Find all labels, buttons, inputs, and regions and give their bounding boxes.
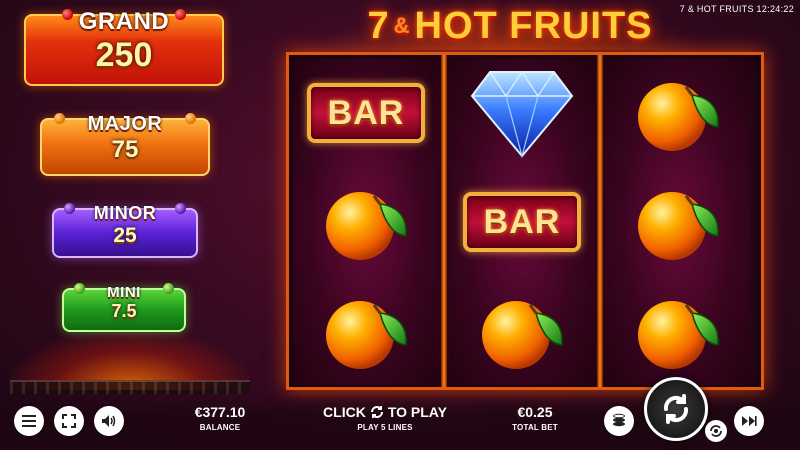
logo-ampersand: &: [393, 13, 411, 38]
autoplay-icon: [710, 425, 722, 437]
fullscreen-button[interactable]: [54, 406, 84, 436]
fast-forward-icon: [742, 416, 757, 426]
orange-icon: [326, 192, 407, 260]
turbo-button[interactable]: [734, 406, 764, 436]
balance-value: €377.10: [194, 404, 246, 420]
menu-button[interactable]: [14, 406, 44, 436]
reel-cell: [449, 59, 595, 167]
jackpot-major: MAJOR 75: [40, 113, 210, 176]
click-label: CLICK: [323, 404, 366, 420]
coins-icon: [613, 413, 625, 427]
total-bet-value: €0.25: [517, 404, 553, 420]
reel-cell: [293, 277, 439, 385]
reel-2: BAR: [449, 59, 595, 385]
grill-decoration: [10, 380, 250, 394]
click-to-play-area[interactable]: CLICK TO PLAY PLAY 5 LINES: [310, 404, 460, 432]
orange-icon: [638, 301, 719, 369]
orange-icon: [638, 83, 719, 151]
click-to-play-text: CLICK TO PLAY: [310, 404, 460, 420]
game-logo: 7 & HOT FRUITS: [300, 0, 720, 52]
to-play-label: TO PLAY: [387, 404, 447, 420]
plum-icon: [175, 203, 186, 214]
total-bet-display: €0.25 TOTAL BET: [500, 404, 570, 432]
window-title-clock: 7 & HOT FRUITS 12:24:22: [679, 4, 794, 14]
autoplay-button[interactable]: [705, 420, 727, 442]
menu-icon: [22, 415, 36, 427]
reel-cell: BAR: [449, 168, 595, 276]
jackpot-major-title: MAJOR: [87, 113, 163, 135]
jackpot-minor: MINOR 25: [52, 203, 198, 258]
reel-3: [605, 59, 751, 385]
reel-cell: [605, 59, 751, 167]
logo-hot-fruits: HOT FRUITS: [414, 4, 653, 47]
plum-icon: [64, 203, 75, 214]
grape-icon: [163, 283, 174, 294]
bar-symbol: BAR: [463, 192, 581, 252]
spin-icon: [663, 394, 689, 424]
cherry-icon: [175, 9, 186, 20]
grape-icon: [74, 283, 85, 294]
balance-display: €377.10 BALANCE: [170, 404, 270, 432]
orange-icon: [326, 301, 407, 369]
reel-separator: [597, 55, 603, 387]
reel-cell: [605, 168, 751, 276]
reel-separator: [441, 55, 447, 387]
fullscreen-icon: [62, 414, 76, 428]
spin-arrows-icon: [370, 406, 383, 418]
total-bet-label: TOTAL BET: [512, 423, 558, 432]
orange-icon: [482, 301, 563, 369]
sound-button[interactable]: [94, 406, 124, 436]
jackpot-grand-value: 250: [95, 36, 153, 74]
bet-settings-button[interactable]: [604, 406, 634, 436]
jackpot-major-value: 75: [111, 136, 139, 163]
bar-symbol-label: BAR: [327, 93, 405, 132]
jackpot-grand: GRAND 250: [24, 8, 224, 86]
speaker-icon: [102, 415, 116, 427]
lines-label: PLAY 5 LINES: [357, 423, 413, 432]
reel-frame: BAR BAR: [286, 52, 764, 390]
logo-seven: 7: [367, 4, 390, 47]
jackpot-minor-value: 25: [113, 224, 137, 247]
jackpot-mini: MINI 7.5: [62, 283, 186, 332]
orange-icon: [638, 192, 719, 260]
balance-label: BALANCE: [199, 423, 241, 432]
reel-cell: [293, 168, 439, 276]
jackpot-minor-title: MINOR: [93, 203, 157, 223]
orange-icon: [185, 113, 196, 124]
reel-1: BAR: [293, 59, 439, 385]
jackpot-mini-title: MINI: [107, 284, 141, 301]
bar-symbol: BAR: [307, 83, 425, 143]
cherry-icon: [62, 9, 73, 20]
orange-icon: [54, 113, 65, 124]
bar-symbol-label: BAR: [483, 202, 561, 241]
jackpot-mini-value: 7.5: [111, 301, 137, 321]
spin-button[interactable]: [644, 377, 708, 441]
reel-cell: [449, 277, 595, 385]
reel-cell: BAR: [293, 59, 439, 167]
diamond-icon: [470, 70, 574, 158]
jackpot-grand-title: GRAND: [78, 8, 170, 35]
reel-cell: [605, 277, 751, 385]
